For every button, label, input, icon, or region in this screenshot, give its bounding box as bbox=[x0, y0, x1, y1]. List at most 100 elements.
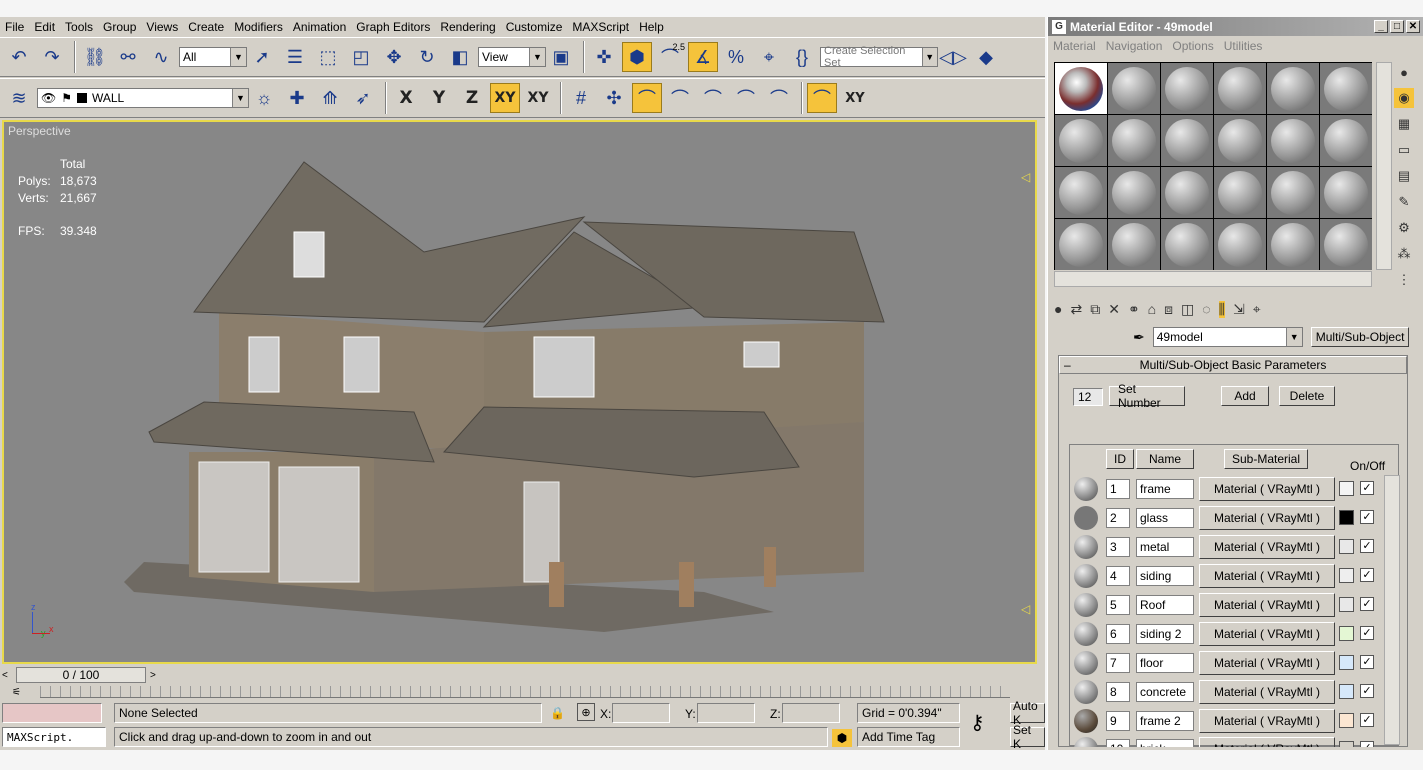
row-submaterial-button[interactable]: Material ( VRayMtl ) bbox=[1199, 651, 1335, 675]
row-name[interactable]: Roof bbox=[1136, 595, 1194, 615]
align-icon[interactable]: ◆ bbox=[971, 42, 1001, 72]
sample-slot[interactable] bbox=[1267, 167, 1319, 218]
menu-views[interactable]: Views bbox=[141, 17, 183, 37]
video-color-check-icon[interactable]: ▤ bbox=[1394, 166, 1414, 186]
material-id-channel-icon[interactable]: ⧈ bbox=[1164, 301, 1173, 318]
show-map-in-viewport-icon[interactable]: ◫ bbox=[1181, 301, 1194, 318]
me-menu-navigation[interactable]: Navigation bbox=[1101, 39, 1168, 53]
set-number-button[interactable]: Set Number bbox=[1109, 382, 1185, 410]
background-checker-icon[interactable]: ▦ bbox=[1394, 114, 1414, 134]
row-color-swatch[interactable] bbox=[1339, 597, 1354, 612]
row-color-swatch[interactable] bbox=[1339, 684, 1354, 699]
backlight-icon[interactable]: ◉ bbox=[1394, 88, 1414, 108]
sample-slot[interactable] bbox=[1108, 167, 1160, 218]
sample-slot[interactable] bbox=[1108, 63, 1160, 114]
row-submaterial-button[interactable]: Material ( VRayMtl ) bbox=[1199, 680, 1335, 704]
time-slider[interactable]: 0 / 100 bbox=[16, 667, 146, 683]
edit-named-selection-icon[interactable]: {} bbox=[787, 42, 817, 72]
make-unique-icon[interactable]: ⚭ bbox=[1128, 301, 1140, 318]
reference-coordinate-dropdown[interactable]: View ▼ bbox=[478, 47, 546, 67]
sample-slot[interactable] bbox=[1214, 219, 1266, 270]
set-key-button[interactable]: Set K bbox=[1010, 723, 1045, 751]
x-coord-field[interactable] bbox=[612, 703, 670, 723]
menu-rendering[interactable]: Rendering bbox=[435, 17, 500, 37]
unlink-icon[interactable]: ⚯ bbox=[113, 42, 143, 72]
row-submaterial-button[interactable]: Material ( VRayMtl ) bbox=[1199, 535, 1335, 559]
layer-manager-icon[interactable]: ≋ bbox=[4, 83, 34, 113]
row-color-swatch[interactable] bbox=[1339, 539, 1354, 554]
get-material-icon[interactable]: ● bbox=[1054, 301, 1062, 317]
axis-xy-button[interactable]: XY bbox=[490, 83, 520, 113]
mirror-icon[interactable]: ◁▷ bbox=[938, 42, 968, 72]
undo-icon[interactable]: ↶ bbox=[4, 42, 34, 72]
go-forward-sibling-icon[interactable]: ⇲ bbox=[1233, 301, 1245, 318]
sort-by-submaterial-button[interactable]: Sub-Material bbox=[1224, 449, 1308, 469]
snap-pivot-icon[interactable]: ✣ bbox=[599, 83, 629, 113]
sample-slot-active[interactable] bbox=[1055, 63, 1107, 114]
options-icon[interactable]: ⚙ bbox=[1394, 218, 1414, 238]
sample-slot[interactable] bbox=[1214, 115, 1266, 166]
row-on-checkbox[interactable]: ✓ bbox=[1360, 741, 1374, 747]
put-to-scene-icon[interactable]: ⇄ bbox=[1070, 301, 1082, 318]
snap-xy-icon[interactable]: XY bbox=[840, 83, 870, 113]
perspective-viewport[interactable]: Perspective Total Polys: 18,673 Verts: 2… bbox=[2, 120, 1037, 664]
close-icon[interactable]: ✕ bbox=[1406, 20, 1420, 33]
percent-snap-icon[interactable]: % bbox=[721, 42, 751, 72]
sample-slot[interactable] bbox=[1320, 63, 1372, 114]
row-submaterial-button[interactable]: Material ( VRayMtl ) bbox=[1199, 506, 1335, 530]
row-on-checkbox[interactable]: ✓ bbox=[1360, 713, 1374, 727]
sample-slot[interactable] bbox=[1320, 219, 1372, 270]
me-menu-utilities[interactable]: Utilities bbox=[1219, 39, 1268, 53]
material-type-button[interactable]: Multi/Sub-Object bbox=[1310, 327, 1410, 347]
rotate-icon[interactable]: ↻ bbox=[412, 42, 442, 72]
sample-slots-vertical-scrollbar[interactable] bbox=[1376, 62, 1392, 270]
go-to-parent-icon[interactable]: ⫼ bbox=[1218, 300, 1226, 318]
assign-to-selection-icon[interactable]: ⧉ bbox=[1090, 301, 1100, 318]
sample-slot[interactable] bbox=[1161, 63, 1213, 114]
spinner-snap-icon[interactable]: ⌖ bbox=[754, 42, 784, 72]
key-icon[interactable]: ⚷ bbox=[970, 710, 985, 735]
pick-material-icon[interactable]: ⌖ bbox=[1253, 301, 1261, 318]
sample-slot[interactable] bbox=[1161, 167, 1213, 218]
row-submaterial-button[interactable]: Material ( VRayMtl ) bbox=[1199, 622, 1335, 646]
show-end-result-icon[interactable]: ◌ bbox=[1202, 301, 1210, 317]
axis-y-button[interactable]: Y bbox=[424, 83, 454, 113]
row-on-checkbox[interactable]: ✓ bbox=[1360, 626, 1374, 640]
sample-slot[interactable] bbox=[1214, 167, 1266, 218]
material-map-navigator-icon[interactable]: ⋮ bbox=[1394, 270, 1414, 290]
window-crossing-icon[interactable]: ◰ bbox=[346, 42, 376, 72]
row-submaterial-button[interactable]: Material ( VRayMtl ) bbox=[1199, 593, 1335, 617]
snap-endpoint-icon[interactable]: ⌒ bbox=[665, 83, 695, 113]
row-name[interactable]: floor bbox=[1136, 653, 1194, 673]
sample-slot[interactable] bbox=[1214, 63, 1266, 114]
menu-group[interactable]: Group bbox=[98, 17, 141, 37]
select-object-icon[interactable]: ➚ bbox=[247, 42, 277, 72]
axis-x-button[interactable]: X bbox=[391, 83, 421, 113]
menu-tools[interactable]: Tools bbox=[60, 17, 98, 37]
rectangular-selection-icon[interactable]: ⬚ bbox=[313, 42, 343, 72]
row-color-swatch[interactable] bbox=[1339, 481, 1354, 496]
row-name[interactable]: metal bbox=[1136, 537, 1194, 557]
eyedropper-icon[interactable]: ✒ bbox=[1133, 329, 1145, 346]
sort-by-id-button[interactable]: ID bbox=[1106, 449, 1134, 469]
row-on-checkbox[interactable]: ✓ bbox=[1360, 510, 1374, 524]
row-color-swatch[interactable] bbox=[1339, 626, 1354, 641]
row-on-checkbox[interactable]: ✓ bbox=[1360, 597, 1374, 611]
row-submaterial-button[interactable]: Material ( VRayMtl ) bbox=[1199, 564, 1335, 588]
menu-customize[interactable]: Customize bbox=[501, 17, 568, 37]
row-name[interactable]: siding 2 bbox=[1136, 624, 1194, 644]
absolute-mode-icon[interactable]: ⊕ bbox=[577, 703, 595, 721]
scale-icon[interactable]: ◧ bbox=[445, 42, 475, 72]
row-name[interactable]: glass bbox=[1136, 508, 1194, 528]
snap-vertex-icon[interactable]: ⌒ bbox=[632, 83, 662, 113]
minimize-icon[interactable]: _ bbox=[1374, 20, 1388, 33]
sample-slot[interactable] bbox=[1267, 115, 1319, 166]
selection-filter-dropdown[interactable]: All ▼ bbox=[179, 47, 247, 67]
sample-uv-tiling-icon[interactable]: ▭ bbox=[1394, 140, 1414, 160]
lock-icon[interactable]: 🔒 bbox=[550, 706, 565, 720]
sample-slot[interactable] bbox=[1108, 219, 1160, 270]
chevron-right-icon[interactable]: > bbox=[150, 670, 156, 681]
add-to-layer-icon[interactable]: ✚ bbox=[282, 83, 312, 113]
row-name[interactable]: frame bbox=[1136, 479, 1194, 499]
snap-face-icon[interactable]: ⌒ bbox=[764, 83, 794, 113]
